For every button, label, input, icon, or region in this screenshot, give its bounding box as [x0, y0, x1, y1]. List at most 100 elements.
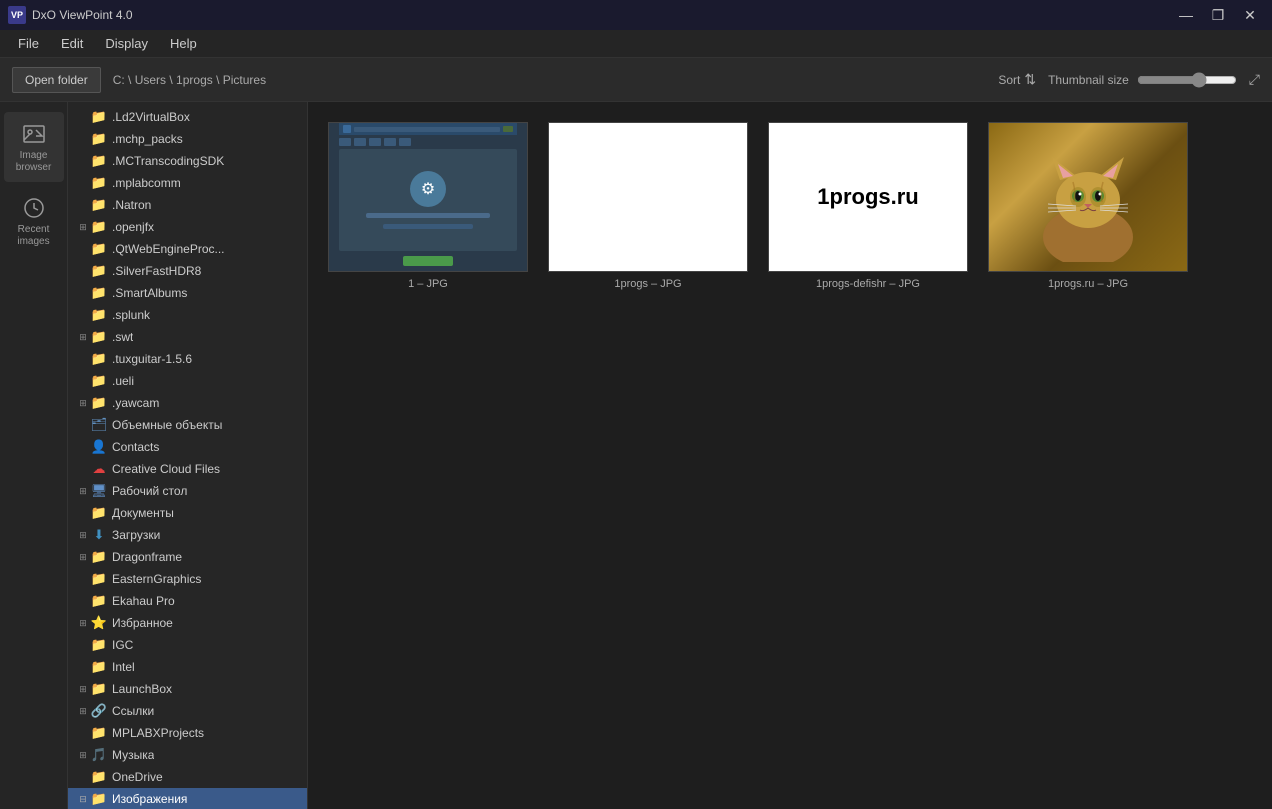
tree-item-contacts[interactable]: 👤 Contacts	[68, 436, 307, 458]
folder-icon: 📁	[90, 506, 108, 520]
folder-icon: 📁	[90, 286, 108, 300]
expand-btn	[76, 374, 90, 388]
folder-icon: 📁	[90, 638, 108, 652]
tree-item-mplabx[interactable]: 📁 MPLABXProjects	[68, 722, 307, 744]
folder-icon: 📁	[90, 660, 108, 674]
tree-item-launchbox[interactable]: ⊞ 📁 LaunchBox	[68, 678, 307, 700]
tree-item-intel[interactable]: 📁 Intel	[68, 656, 307, 678]
folder-icon: 📁	[90, 374, 108, 388]
folder-icon: 📁	[90, 726, 108, 740]
tree-item-downloads[interactable]: ⊞ ⬇ Загрузки	[68, 524, 307, 546]
thumbnail-size-slider[interactable]	[1137, 72, 1237, 88]
item-name: Contacts	[112, 440, 159, 454]
tree-item-splunk[interactable]: 📁 .splunk	[68, 304, 307, 326]
tree-item-favorites[interactable]: ⊞ ⭐ Избранное	[68, 612, 307, 634]
tree-item-ld2[interactable]: 📁 .Ld2VirtualBox	[68, 106, 307, 128]
folder-icon: 📁	[90, 770, 108, 784]
maximize-button[interactable]: ❐	[1204, 5, 1232, 25]
folder-icon: 🗂	[90, 418, 108, 432]
tree-item-openjfx[interactable]: ⊞ 📁 .openjfx	[68, 216, 307, 238]
thumb-3-text: 1progs.ru	[817, 184, 918, 210]
titlebar-left: VP DxO ViewPoint 4.0	[8, 6, 133, 24]
item-name: .MCTranscodingSDK	[112, 154, 224, 168]
tree-item-smartalbums[interactable]: 📁 .SmartAlbums	[68, 282, 307, 304]
item-name: Объемные объекты	[112, 418, 222, 432]
item-name: Музыка	[112, 748, 154, 762]
menu-file[interactable]: File	[8, 32, 49, 55]
sort-control[interactable]: Sort ⇅	[998, 71, 1036, 88]
tree-item-mchp[interactable]: 📁 .mchp_packs	[68, 128, 307, 150]
thumbnail-1-image: ⚙	[328, 122, 528, 272]
sidebar-icons: Imagebrowser Recentimages	[0, 102, 68, 809]
item-name: Документы	[112, 506, 174, 520]
folder-icon: 📁	[90, 330, 108, 344]
cat-svg	[1008, 132, 1168, 262]
expand-btn	[76, 132, 90, 146]
folder-icon: 📁	[90, 176, 108, 190]
tree-item-dragonframe[interactable]: ⊞ 📁 Dragonframe	[68, 546, 307, 568]
tree-item-mctrans[interactable]: 📁 .MCTranscodingSDK	[68, 150, 307, 172]
item-name: OneDrive	[112, 770, 163, 784]
tree-item-onedrive[interactable]: 📁 OneDrive	[68, 766, 307, 788]
item-name: Рабочий стол	[112, 484, 187, 498]
thumbnail-2-label: 1progs – JPG	[614, 278, 681, 290]
sidebar-item-image-browser[interactable]: Imagebrowser	[4, 112, 64, 182]
thumbnail-1[interactable]: ⚙ 1 – JPG	[328, 122, 528, 290]
expand-btn	[76, 506, 90, 520]
tree-item-music[interactable]: ⊞ 🎵 Музыка	[68, 744, 307, 766]
tree-item-links[interactable]: ⊞ 🔗 Ссылки	[68, 700, 307, 722]
thumbnail-4[interactable]: 1progs.ru – JPG	[988, 122, 1188, 290]
expand-btn: ⊞	[76, 528, 90, 542]
expand-icon[interactable]: ⤢	[1249, 71, 1260, 88]
close-button[interactable]: ✕	[1236, 5, 1264, 25]
tree-item-mplabcomm[interactable]: 📁 .mplabcomm	[68, 172, 307, 194]
open-folder-button[interactable]: Open folder	[12, 67, 101, 93]
expand-btn: ⊞	[76, 396, 90, 410]
item-name: .mplabcomm	[112, 176, 181, 190]
tree-item-yawcam[interactable]: ⊞ 📁 .yawcam	[68, 392, 307, 414]
tree-item-documents[interactable]: 📁 Документы	[68, 502, 307, 524]
expand-btn	[76, 638, 90, 652]
image-browser-label: Imagebrowser	[16, 150, 52, 174]
expand-btn	[76, 154, 90, 168]
tree-item-ekahau[interactable]: 📁 Ekahau Pro	[68, 590, 307, 612]
menu-help[interactable]: Help	[160, 32, 207, 55]
tree-item-objects3d[interactable]: 🗂 Объемные объекты	[68, 414, 307, 436]
menu-display[interactable]: Display	[95, 32, 158, 55]
thumbnail-2[interactable]: 1progs – JPG	[548, 122, 748, 290]
folder-icon: 📁	[90, 792, 108, 806]
tree-item-swt[interactable]: ⊞ 📁 .swt	[68, 326, 307, 348]
item-name: LaunchBox	[112, 682, 172, 696]
tree-item-ueli[interactable]: 📁 .ueli	[68, 370, 307, 392]
downloads-icon: ⬇	[90, 528, 108, 542]
expand-btn: ⊞	[76, 550, 90, 564]
tree-item-creative-cloud[interactable]: ☁ Creative Cloud Files	[68, 458, 307, 480]
minimize-button[interactable]: —	[1172, 5, 1200, 25]
expand-btn	[76, 176, 90, 190]
expand-btn	[76, 770, 90, 784]
tree-item-easterngraphics[interactable]: 📁 EasternGraphics	[68, 568, 307, 590]
tree-item-images[interactable]: ⊟ 📁 Изображения	[68, 788, 307, 809]
menu-edit[interactable]: Edit	[51, 32, 93, 55]
tree-item-natron[interactable]: 📁 .Natron	[68, 194, 307, 216]
expand-btn: ⊞	[76, 682, 90, 696]
item-name: Ссылки	[112, 704, 154, 718]
folder-icon: 👤	[90, 440, 108, 454]
item-name: Загрузки	[112, 528, 160, 542]
image-browser-icon	[20, 120, 48, 148]
tree-item-qtwebengine[interactable]: 📁 .QtWebEngineProc...	[68, 238, 307, 260]
path-display: C: \ Users \ 1progs \ Pictures	[113, 73, 987, 87]
sidebar-item-recent-images[interactable]: Recentimages	[4, 186, 64, 256]
thumbnail-3[interactable]: 1progs.ru 1progs-defishr – JPG	[768, 122, 968, 290]
tree-item-silverfasthdr[interactable]: 📁 .SilverFastHDR8	[68, 260, 307, 282]
expand-btn	[76, 352, 90, 366]
titlebar: VP DxO ViewPoint 4.0 — ❐ ✕	[0, 0, 1272, 30]
tree-item-igc[interactable]: 📁 IGC	[68, 634, 307, 656]
thumbnail-2-image	[548, 122, 748, 272]
folder-icon: 📁	[90, 264, 108, 278]
thumbnail-4-label: 1progs.ru – JPG	[1048, 278, 1128, 290]
item-name: .mchp_packs	[112, 132, 183, 146]
tree-item-desktop[interactable]: ⊞ 🖥 Рабочий стол	[68, 480, 307, 502]
title-text: DxO ViewPoint 4.0	[32, 8, 133, 22]
tree-item-tuxguitar[interactable]: 📁 .tuxguitar-1.5.6	[68, 348, 307, 370]
